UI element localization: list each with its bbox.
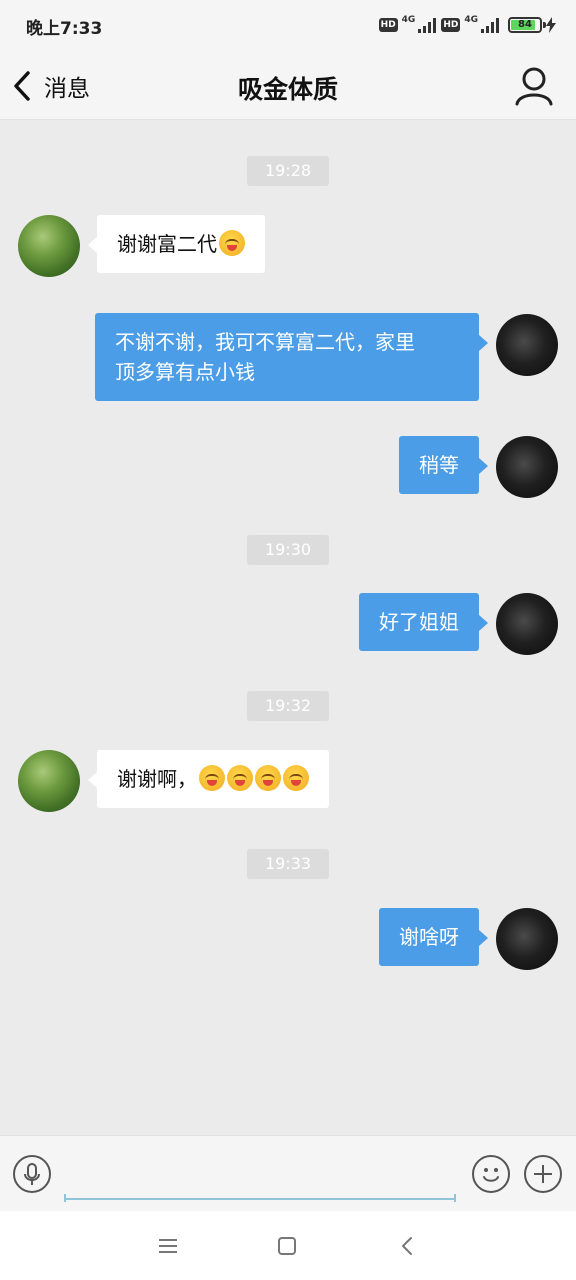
battery-tip — [543, 22, 546, 28]
grinning-emoji-icon — [199, 765, 225, 791]
message-text-line-1: 不谢不谢，我可不算富二代，家里 — [115, 330, 415, 354]
input-bar — [0, 1135, 576, 1211]
hd-badge-2: HD — [441, 18, 461, 32]
message-text: 谢啥呀 — [399, 925, 459, 949]
message-text-line-2: 顶多算有点小钱 — [115, 360, 255, 384]
self-avatar[interactable] — [496, 593, 558, 655]
system-nav-bar — [0, 1211, 576, 1280]
message-text: 稍等 — [419, 453, 459, 477]
nav-back-icon — [402, 1237, 412, 1255]
home-button[interactable] — [272, 1231, 302, 1261]
message-bubble-outgoing[interactable]: 好了姐姐 — [359, 593, 488, 651]
voice-button[interactable] — [13, 1155, 51, 1193]
menu-icon — [159, 1239, 177, 1253]
more-button[interactable] — [524, 1155, 562, 1193]
self-avatar[interactable] — [496, 314, 558, 376]
grinning-emoji-icon — [255, 765, 281, 791]
battery-level: 84 — [518, 19, 532, 30]
profile-button[interactable] — [512, 64, 556, 108]
chevron-left-icon — [14, 71, 30, 101]
status-time: 晚上7:33 — [26, 19, 103, 39]
grinning-emoji-icon — [227, 765, 253, 791]
charging-icon — [546, 17, 556, 33]
message-bubble-incoming[interactable]: 谢谢富二代 — [88, 215, 265, 273]
message-bubble-outgoing[interactable]: 稍等 — [399, 436, 488, 494]
time-divider: 19:28 — [246, 156, 330, 186]
chat-header: 消息 吸金体质 — [0, 52, 576, 120]
emoji-button[interactable] — [472, 1155, 510, 1193]
person-icon — [515, 67, 553, 106]
message-text: 谢谢富二代 — [117, 232, 217, 256]
message-input[interactable] — [64, 1154, 456, 1200]
plus-icon — [534, 1165, 552, 1183]
home-square-icon — [278, 1237, 296, 1255]
smiley-icon — [483, 1168, 499, 1182]
contact-avatar[interactable] — [18, 750, 80, 812]
time-divider: 19:32 — [246, 691, 330, 721]
grinning-emoji-icon — [283, 765, 309, 791]
message-text: 好了姐姐 — [379, 610, 459, 634]
network-type-label-2: 4G — [464, 15, 478, 25]
back-button[interactable]: 消息 — [10, 64, 90, 108]
back-label: 消息 — [44, 76, 90, 102]
time-divider: 19:33 — [246, 849, 330, 879]
menu-button[interactable] — [153, 1231, 183, 1261]
message-bubble-incoming[interactable]: 谢谢啊， — [88, 750, 329, 808]
message-bubble-outgoing[interactable]: 谢啥呀 — [379, 908, 488, 966]
status-bar: 晚上7:33 HD 4G HD 4G 84 — [0, 0, 576, 52]
contact-avatar[interactable] — [18, 215, 80, 277]
network-type-label: 4G — [401, 15, 416, 25]
signal-icon-2 — [481, 18, 499, 33]
message-text: 谢谢啊， — [117, 767, 197, 791]
message-bubble-outgoing[interactable]: 不谢不谢，我可不算富二代，家里 顶多算有点小钱 — [95, 313, 488, 401]
grinning-emoji-icon — [219, 230, 245, 256]
input-corner-right — [454, 1194, 456, 1202]
self-avatar[interactable] — [496, 908, 558, 970]
time-divider: 19:30 — [246, 535, 330, 565]
hd-badge: HD — [378, 18, 398, 32]
nav-back-button[interactable] — [393, 1231, 423, 1261]
status-indicators: HD 4G HD 4G 84 — [378, 15, 556, 35]
signal-icon — [418, 18, 437, 33]
input-corner-left — [64, 1194, 66, 1202]
self-avatar[interactable] — [496, 436, 558, 498]
battery-icon: 84 — [508, 17, 546, 33]
microphone-icon — [24, 1163, 40, 1185]
